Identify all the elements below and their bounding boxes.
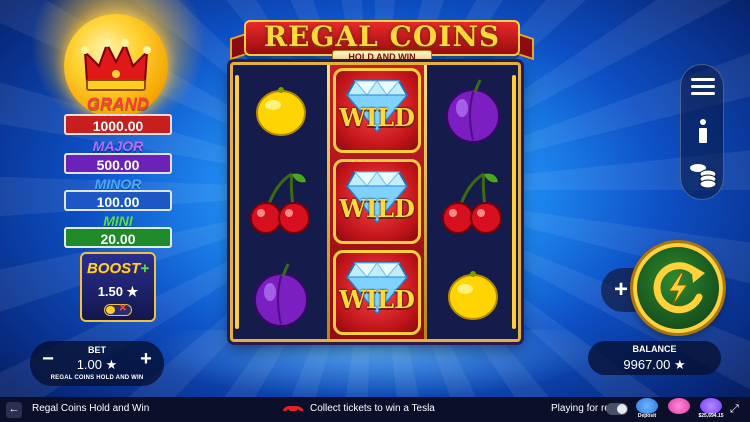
lemon-icon (448, 271, 498, 320)
boost-plus-icon: + (140, 260, 150, 277)
wild-label: WILD (339, 103, 415, 132)
off-x-icon: ✕ (118, 303, 127, 314)
reel-3-cell-1 (427, 65, 519, 157)
balance-value: 9967.00 ★ (623, 357, 686, 372)
balance-label: BALANCE (632, 344, 677, 354)
bonus-deposit-label: Deposit (637, 413, 657, 419)
spin-button[interactable] (633, 243, 723, 333)
bet-coins-button[interactable] (681, 155, 725, 195)
play-for-real-toggle[interactable] (606, 403, 628, 415)
cherry-icon (442, 172, 502, 234)
plum-icon (446, 79, 500, 143)
reel-3-cell-2 (427, 157, 519, 249)
back-button[interactable]: ← (6, 402, 22, 418)
boost-panel[interactable]: BOOST+ 1.50 ★ ✕ (80, 252, 156, 322)
reel-1-cell-2 (235, 157, 327, 249)
jackpot-minor-value: 100.00 (64, 190, 172, 211)
promo-badge-icon[interactable] (668, 398, 690, 414)
wild-symbol: WILD (330, 65, 424, 156)
reel-1-cell-3 (235, 249, 327, 341)
wild-symbol: WILD (330, 156, 424, 247)
info-icon (699, 119, 707, 143)
bonus-deposit-icon[interactable] (636, 398, 658, 414)
spin-lightning-icon (653, 262, 705, 314)
promo-link[interactable]: Collect tickets to win a Tesla (310, 403, 435, 414)
bet-increase-button[interactable]: + (134, 347, 158, 371)
bet-game-name: REGAL COINS HOLD AND WIN (50, 375, 144, 381)
side-menu (680, 64, 724, 200)
jackpot-grand-value: 1000.00 (64, 114, 172, 135)
game-title-banner: REGAL COINS HOLD AND WIN (230, 12, 534, 68)
jackpot-badge-value: $25,694.15 (698, 413, 724, 419)
lemon-icon (256, 87, 306, 136)
reel-separator (327, 65, 330, 339)
jackpot-mini-value: 20.00 (64, 227, 172, 248)
balance-panel: BALANCE 9967.00 ★ (588, 341, 721, 375)
coins-stack-icon (690, 164, 717, 188)
bet-panel: − BET 1.00 ★ + REGAL COINS HOLD AND WIN (30, 341, 164, 386)
bottom-bar: ← Regal Coins Hold and Win Collect ticke… (0, 397, 750, 422)
reel-1-cell-1 (235, 65, 327, 157)
toggle-knob (617, 404, 627, 414)
wild-label: WILD (339, 285, 415, 314)
boost-title: BOOST+ (86, 260, 150, 277)
bottom-game-name: Regal Coins Hold and Win (32, 403, 150, 414)
reel-3-cell-3 (427, 249, 519, 341)
plum-icon (254, 263, 308, 327)
info-button[interactable] (681, 111, 725, 151)
toggle-knob (106, 306, 115, 314)
jackpot-grand-label: GRAND (86, 94, 150, 113)
jackpot-badge-icon[interactable] (700, 398, 722, 414)
wild-reel: WILD WILD WILD (330, 65, 424, 339)
jackpot-major-label: MAJOR (92, 138, 144, 154)
crown-icon (81, 39, 151, 91)
boost-toggle[interactable]: ✕ (104, 303, 132, 316)
cherry-icon (250, 172, 310, 234)
menu-button[interactable] (681, 67, 725, 107)
wild-symbol: WILD (330, 247, 424, 338)
wild-label: WILD (339, 194, 415, 223)
jackpot-major-value: 500.00 (64, 153, 172, 174)
boost-value: 1.50 ★ (97, 284, 139, 299)
hamburger-icon (691, 78, 715, 95)
reel-grid: WILD WILD WILD (230, 62, 521, 342)
fullscreen-icon[interactable]: ⤢ (730, 403, 739, 416)
car-icon (283, 406, 303, 412)
jackpot-panel: GRAND 1000.00 MAJOR 500.00 MINOR 100.00 … (28, 0, 208, 330)
game-title: REGAL COINS (263, 20, 501, 53)
